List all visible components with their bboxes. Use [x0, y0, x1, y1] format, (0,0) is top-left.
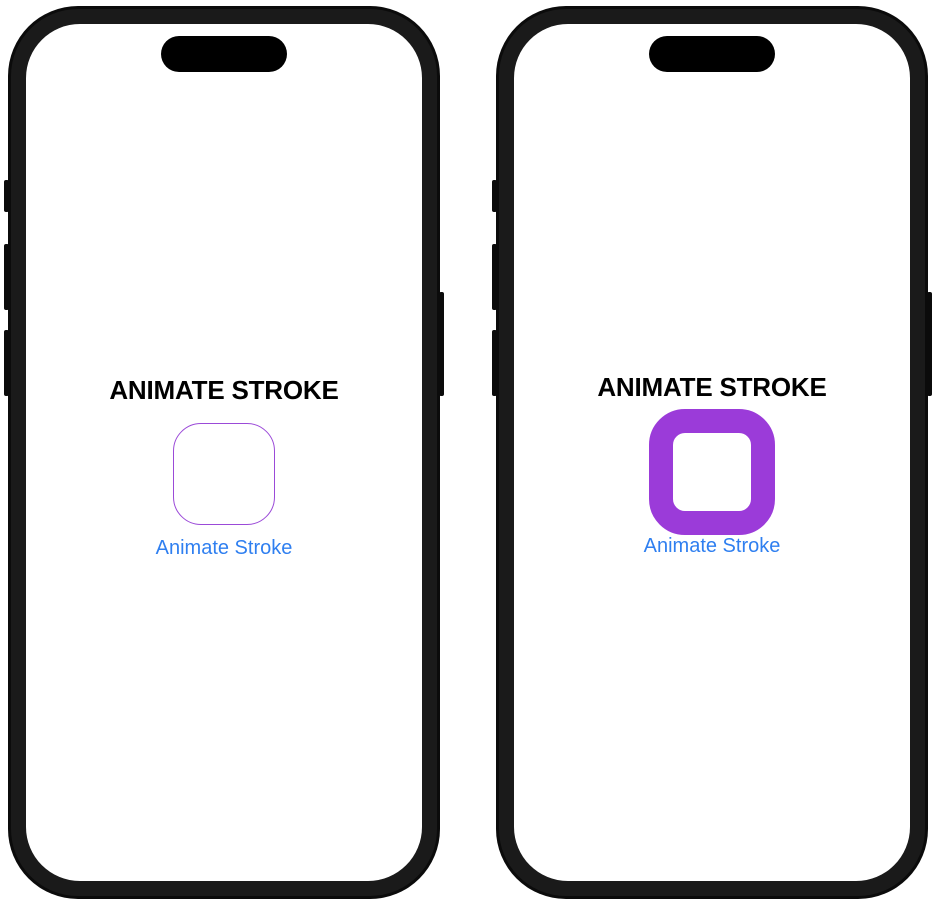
screen-content: ANIMATE STROKE Animate Stroke	[514, 24, 910, 881]
comparison-stage: ANIMATE STROKE Animate Stroke ANIMATE ST…	[0, 0, 938, 905]
stroked-rounded-rectangle	[649, 409, 775, 535]
phone-after: ANIMATE STROKE Animate Stroke	[492, 6, 932, 899]
animate-stroke-button[interactable]: Animate Stroke	[514, 535, 910, 558]
page-title: ANIMATE STROKE	[109, 375, 339, 405]
animate-stroke-button[interactable]: Animate Stroke	[26, 537, 422, 560]
device-frame: ANIMATE STROKE Animate Stroke	[8, 6, 440, 899]
device-frame: ANIMATE STROKE Animate Stroke	[496, 6, 928, 899]
page-title: ANIMATE STROKE	[597, 372, 827, 402]
stroked-rounded-rectangle	[173, 423, 275, 525]
phone-before: ANIMATE STROKE Animate Stroke	[4, 6, 444, 899]
phone-screen: ANIMATE STROKE Animate Stroke	[26, 24, 422, 881]
screen-content: ANIMATE STROKE Animate Stroke	[26, 24, 422, 881]
phone-screen: ANIMATE STROKE Animate Stroke	[514, 24, 910, 881]
